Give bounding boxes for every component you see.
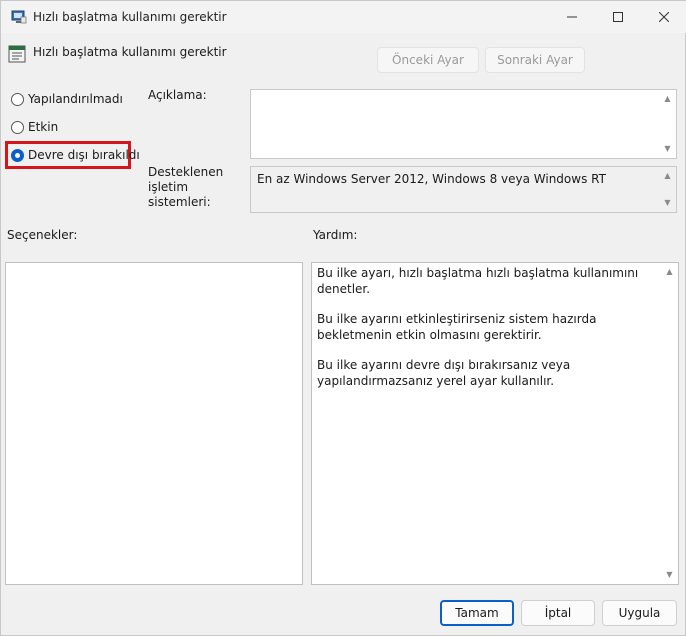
window-title: Hızlı başlatma kullanımı gerektir	[33, 10, 227, 24]
supported-scrollbar[interactable]: ▲ ▼	[659, 167, 676, 212]
policy-editor-icon	[11, 10, 27, 24]
radio-button-selected[interactable]	[11, 148, 24, 162]
minimize-button[interactable]	[549, 1, 595, 33]
minimize-icon	[567, 16, 577, 18]
scroll-down-icon[interactable]: ▼	[664, 144, 670, 154]
maximize-icon	[613, 12, 623, 22]
radio-disabled[interactable]: Devre dışı bırakıldı	[11, 148, 140, 162]
scroll-up-icon[interactable]: ▲	[666, 267, 672, 277]
scroll-down-icon[interactable]: ▼	[666, 570, 672, 580]
description-scrollbar[interactable]: ▲ ▼	[659, 90, 676, 158]
supported-os-label: Desteklenen işletim sistemleri:	[148, 165, 243, 210]
apply-button[interactable]: Uygula	[602, 600, 677, 626]
radio-label: Etkin	[28, 120, 59, 134]
help-paragraph: Bu ilke ayarını devre dışı bırakırsanız …	[317, 358, 571, 388]
title-bar[interactable]: Hızlı başlatma kullanımı gerektir	[1, 1, 686, 33]
radio-enabled[interactable]: Etkin	[11, 120, 58, 134]
help-text: Bu ilke ayarı, hızlı başlatma hızlı başl…	[317, 266, 661, 404]
next-setting-button[interactable]: Sonraki Ayar	[485, 47, 585, 73]
close-button[interactable]	[641, 1, 686, 33]
policy-setting-icon	[8, 45, 26, 63]
help-label: Yardım:	[313, 228, 358, 242]
radio-label: Yapılandırılmadı	[28, 92, 123, 106]
radio-button[interactable]	[11, 120, 24, 134]
radio-label: Devre dışı bırakıldı	[28, 148, 140, 162]
options-label: Seçenekler:	[7, 228, 78, 242]
help-paragraph: Bu ilke ayarını etkinleştirirseniz siste…	[317, 312, 597, 342]
policy-dialog-window: Hızlı başlatma kullanımı gerektir Hızlı …	[0, 0, 686, 636]
help-paragraph: Bu ilke ayarı, hızlı başlatma hızlı başl…	[317, 266, 639, 296]
description-label: Açıklama:	[148, 88, 207, 102]
supported-os-value: En az Windows Server 2012, Windows 8 vey…	[257, 172, 606, 186]
previous-setting-button[interactable]: Önceki Ayar	[377, 47, 479, 73]
options-panel	[5, 262, 303, 585]
maximize-button[interactable]	[595, 1, 641, 33]
scroll-up-icon[interactable]: ▲	[664, 94, 670, 104]
scroll-down-icon[interactable]: ▼	[664, 198, 670, 208]
cancel-button[interactable]: İptal	[521, 600, 595, 626]
help-scrollbar[interactable]: ▲ ▼	[661, 263, 678, 584]
supported-os-textbox[interactable]: En az Windows Server 2012, Windows 8 vey…	[250, 166, 677, 213]
description-textbox[interactable]: ▲ ▼	[250, 89, 677, 159]
help-panel[interactable]: Bu ilke ayarı, hızlı başlatma hızlı başl…	[311, 262, 679, 585]
supported-os-label-text: Desteklenen işletim sistemleri:	[148, 165, 224, 209]
close-icon	[659, 12, 669, 22]
radio-not-configured[interactable]: Yapılandırılmadı	[11, 92, 123, 106]
setting-title: Hızlı başlatma kullanımı gerektir	[33, 45, 227, 59]
radio-button[interactable]	[11, 92, 24, 106]
scroll-up-icon[interactable]: ▲	[664, 171, 670, 181]
ok-button[interactable]: Tamam	[440, 600, 514, 626]
